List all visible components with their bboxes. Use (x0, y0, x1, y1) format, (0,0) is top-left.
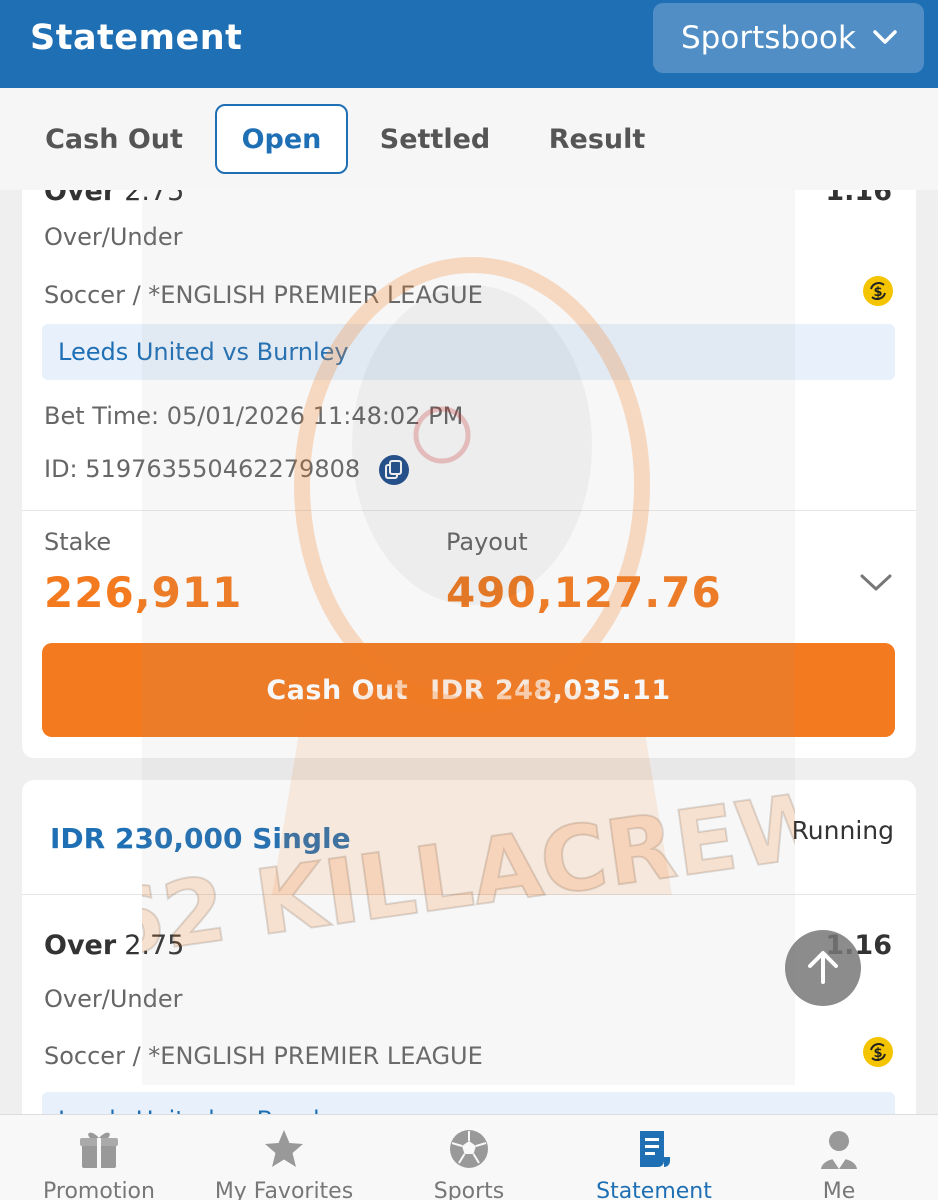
nav-label: Me (822, 1179, 856, 1200)
user-icon (821, 1131, 857, 1169)
match-name[interactable]: Leeds United vs Burnley (42, 324, 895, 380)
nav-statement[interactable]: Statement (560, 1115, 748, 1200)
cash-out-button[interactable]: Cash Out IDR 248,035.11 (42, 643, 895, 737)
nav-promotion[interactable]: Promotion (5, 1115, 193, 1200)
copy-icon[interactable] (378, 454, 410, 486)
tab-result[interactable]: Result (540, 104, 654, 174)
payout-label: Payout (446, 528, 528, 556)
expand-chevron-icon[interactable] (858, 570, 894, 594)
bet-card: Over 2.75 1.16 Over/Under Soccer / *ENGLI… (22, 128, 916, 758)
gift-icon (80, 1132, 118, 1168)
top-header: Statement Sportsbook (0, 0, 938, 88)
app-screen: Statement Sportsbook Cash Out Open Settl… (0, 0, 938, 1200)
league-name: Soccer / *ENGLISH PREMIER LEAGUE (44, 281, 483, 309)
bet-selection: Over 2.75 (44, 930, 184, 961)
nav-label: Sports (433, 1179, 505, 1200)
statement-icon (640, 1131, 670, 1167)
match-name[interactable]: Leeds United vs Burnley (42, 1092, 895, 1114)
tab-open[interactable]: Open (215, 104, 348, 174)
nav-label: Statement (596, 1179, 712, 1200)
divider (22, 894, 916, 895)
bet-id: ID: 519763550462279808 (44, 455, 361, 483)
payout-value: 490,127.76 (446, 568, 722, 617)
sportsbook-dropdown-label: Sportsbook (681, 20, 856, 56)
selection-label: Over (44, 930, 117, 961)
bet-title: IDR 230,000 Single (50, 822, 351, 855)
league-name: Soccer / *ENGLISH PREMIER LEAGUE (44, 1042, 483, 1070)
tab-cash-out[interactable]: Cash Out (36, 104, 192, 174)
svg-text:$: $ (873, 285, 882, 300)
tab-settled[interactable]: Settled (372, 104, 498, 174)
svg-text:$: $ (873, 1046, 882, 1061)
scroll-to-top-button[interactable] (785, 930, 861, 1006)
sportsbook-dropdown[interactable]: Sportsbook (653, 3, 924, 73)
bet-id-row: ID: 519763550462279808 (44, 454, 410, 486)
cashout-coin-icon: $ (863, 276, 893, 306)
cash-out-amount: IDR 248,035.11 (430, 674, 671, 706)
nav-my-favorites[interactable]: My Favorites (190, 1115, 378, 1200)
market-type: Over/Under (44, 223, 183, 251)
cash-out-label: Cash Out (266, 674, 409, 706)
nav-label: Promotion (43, 1179, 155, 1200)
chevron-down-icon (873, 30, 897, 44)
cashout-coin-icon: $ (863, 1037, 893, 1067)
stake-label: Stake (44, 528, 112, 556)
bet-card: IDR 230,000 Single Running Over 2.75 1.16… (22, 780, 916, 1114)
arrow-up-icon (808, 951, 838, 984)
nav-me[interactable]: Me (745, 1115, 933, 1200)
market-type: Over/Under (44, 985, 183, 1013)
nav-sports[interactable]: Sports (375, 1115, 563, 1200)
bet-time: Bet Time: 05/01/2026 11:48:02 PM (44, 402, 464, 430)
nav-label: My Favorites (214, 1179, 354, 1200)
bottom-navigation: Promotion My Favorites Sports Statement … (0, 1114, 938, 1200)
bet-status: Running (791, 816, 894, 845)
statement-tabs: Cash Out Open Settled Result (0, 88, 938, 190)
star-icon (265, 1130, 303, 1167)
divider (22, 510, 916, 511)
soccer-ball-icon (450, 1130, 488, 1168)
stake-value: 226,911 (44, 568, 243, 617)
page-title: Statement (30, 18, 243, 58)
handicap-value: 2.75 (124, 930, 185, 961)
